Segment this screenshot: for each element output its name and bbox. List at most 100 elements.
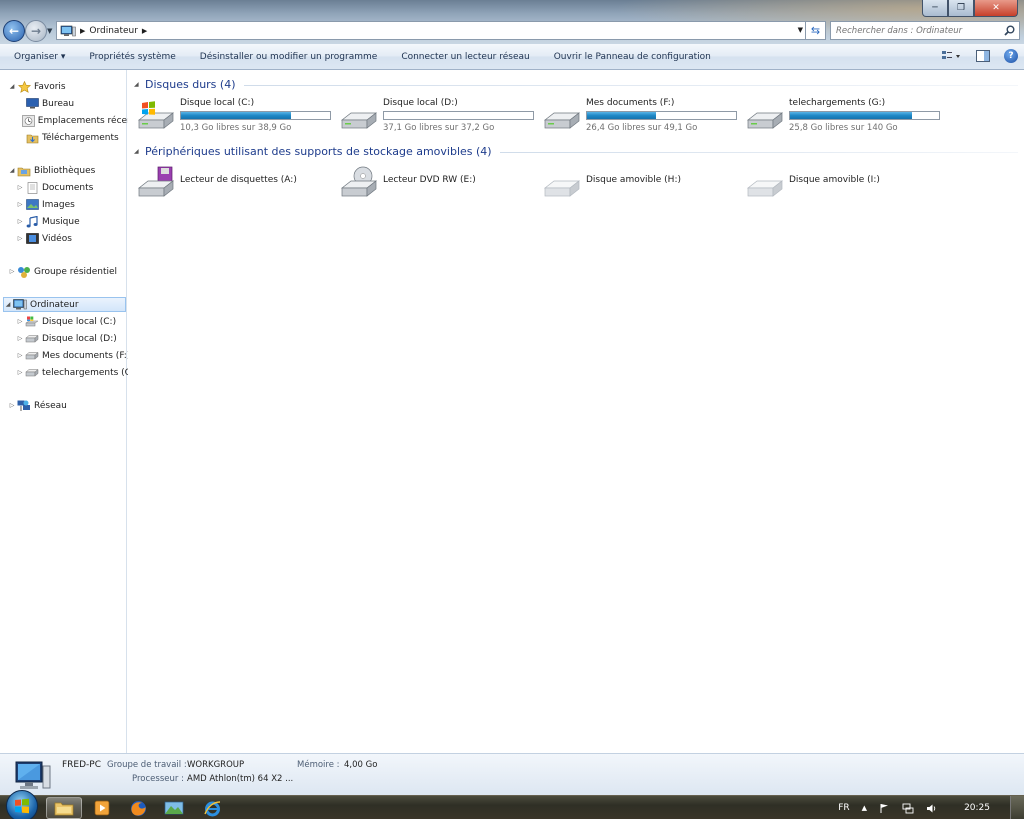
expand-arrow-icon[interactable]: ▷ (16, 184, 24, 191)
back-button[interactable]: ← (3, 20, 25, 42)
clock[interactable]: 20:25 (964, 803, 990, 813)
breadcrumb-separator-icon[interactable]: ▶ (142, 27, 147, 35)
collapse-arrow-icon[interactable]: ◢ (134, 81, 144, 88)
nav-label: Favoris (34, 81, 66, 92)
nav-bureau[interactable]: Bureau (16, 96, 141, 111)
removable-device-tile[interactable]: Disque amovible (I:) (745, 166, 945, 206)
start-button[interactable] (6, 790, 38, 819)
workgroup-label: Groupe de travail : (107, 760, 187, 770)
expand-arrow-icon[interactable]: ▷ (16, 352, 24, 359)
show-hidden-icons-button[interactable]: ▲ (862, 804, 867, 812)
removable-device-tile[interactable]: Lecteur de disquettes (A:) (136, 166, 336, 206)
nav-videos[interactable]: ▷ Vidéos (16, 231, 141, 246)
nav-documents[interactable]: ▷ Documents (16, 180, 141, 195)
nav-images[interactable]: ▷ Images (16, 197, 141, 212)
removable-disk-icon (745, 166, 785, 202)
search-box (830, 21, 1020, 40)
recent-pages-button[interactable]: ▼ (47, 27, 52, 35)
nav-libraries[interactable]: ◢ Bibliothèques (8, 163, 133, 178)
windows-drive-icon (25, 316, 39, 328)
collapse-arrow-icon[interactable]: ◢ (8, 83, 16, 90)
drive-name: Disque local (D:) (383, 98, 458, 108)
removable-device-tile[interactable]: DVD Lecteur DVD RW (E:) (339, 166, 539, 206)
floppy-drive-icon (136, 166, 176, 202)
collapse-arrow-icon[interactable]: ◢ (134, 148, 144, 155)
chevron-up-icon: ▲ (861, 804, 868, 812)
nav-recent-places[interactable]: Emplacements récents (16, 113, 141, 128)
expand-arrow-icon[interactable]: ▷ (16, 235, 24, 242)
nav-favorites[interactable]: ◢ Favoris (8, 79, 133, 94)
nav-label: Disque local (D:) (42, 333, 117, 344)
language-indicator[interactable]: FR (838, 803, 849, 813)
nav-network[interactable]: ▷ Réseau (8, 398, 133, 413)
nav-computer[interactable]: ◢ Ordinateur (3, 297, 126, 312)
expand-arrow-icon[interactable]: ▷ (8, 402, 16, 409)
drive-tile[interactable]: Disque local (D:) 37,1 Go libres sur 37,2… (339, 98, 539, 138)
nav-drive-d[interactable]: ▷ Disque local (D:) (16, 331, 141, 346)
system-tray: FR ▲ 20:25 (832, 796, 1024, 819)
change-view-button[interactable] (940, 48, 962, 64)
group-hard-disks[interactable]: ◢ Disques durs (4) (134, 78, 1018, 91)
hard-drive-icon (745, 100, 785, 134)
expand-arrow-icon[interactable]: ▷ (16, 369, 24, 376)
search-icon[interactable] (1004, 25, 1015, 36)
expand-arrow-icon[interactable]: ▷ (16, 218, 24, 225)
taskbar-internet-explorer[interactable] (194, 797, 230, 819)
expand-arrow-icon[interactable]: ▷ (8, 268, 16, 275)
uninstall-program-button[interactable]: Désinstaller ou modifier un programme (188, 52, 390, 62)
volume-icon[interactable] (926, 803, 938, 814)
action-center-icon[interactable] (879, 803, 890, 814)
computer-icon (15, 761, 51, 789)
device-name: Lecteur de disquettes (A:) (180, 175, 297, 185)
view-options-icon (942, 51, 960, 59)
dvd-drive-icon: DVD (339, 166, 379, 202)
breadcrumb-separator-icon[interactable]: ▶ (80, 27, 85, 35)
removable-device-tile[interactable]: Disque amovible (H:) (542, 166, 742, 206)
drive-tile[interactable]: Disque local (C:) 10,3 Go libres sur 38,9… (136, 98, 336, 138)
windows-drive-icon (136, 100, 176, 134)
nav-homegroup[interactable]: ▷ Groupe résidentiel (8, 264, 133, 279)
expand-arrow-icon[interactable]: ▷ (16, 318, 24, 325)
open-control-panel-button[interactable]: Ouvrir le Panneau de configuration (542, 52, 723, 62)
group-removable[interactable]: ◢ Périphériques utilisant des supports d… (134, 145, 1018, 158)
nav-label: Vidéos (42, 233, 72, 244)
breadcrumb-item-computer[interactable]: Ordinateur (89, 26, 138, 36)
system-properties-button[interactable]: Propriétés système (77, 52, 187, 62)
desktop-icon (25, 98, 39, 110)
network-tray-icon[interactable] (902, 803, 914, 814)
minimize-button[interactable]: ─ (922, 0, 948, 17)
organize-button[interactable]: Organiser ▾ (0, 52, 77, 62)
breadcrumb: ▶ Ordinateur ▶ (80, 26, 147, 36)
show-desktop-button[interactable] (1010, 796, 1024, 819)
help-button[interactable]: ? (1004, 49, 1018, 63)
refresh-button[interactable]: ⇆ (806, 21, 826, 40)
address-bar[interactable]: ▶ Ordinateur ▶ ▼ (56, 21, 806, 40)
nav-downloads[interactable]: Téléchargements (16, 130, 141, 145)
drive-tile[interactable]: telechargements (G:) 25,8 Go libres sur 1… (745, 98, 945, 138)
map-network-drive-button[interactable]: Connecter un lecteur réseau (389, 52, 541, 62)
device-name: Disque amovible (I:) (789, 175, 880, 185)
libraries-icon (17, 165, 31, 177)
preview-pane-button[interactable] (972, 48, 994, 64)
nav-drive-c[interactable]: ▷ Disque local (C:) (16, 314, 141, 329)
taskbar-explorer[interactable] (46, 797, 82, 819)
drive-tile[interactable]: Mes documents (F:) 26,4 Go libres sur 49,… (542, 98, 742, 138)
taskbar-app[interactable] (156, 797, 192, 819)
nav-label: Documents (42, 182, 94, 193)
maximize-button[interactable]: ❐ (948, 0, 974, 17)
collapse-arrow-icon[interactable]: ◢ (4, 301, 12, 308)
group-title: Disques durs (4) (145, 78, 236, 91)
address-dropdown-icon[interactable]: ▼ (798, 26, 803, 34)
expand-arrow-icon[interactable]: ▷ (16, 201, 24, 208)
expand-arrow-icon[interactable]: ▷ (16, 335, 24, 342)
collapse-arrow-icon[interactable]: ◢ (8, 167, 16, 174)
taskbar-firefox[interactable] (120, 797, 156, 819)
forward-button[interactable]: → (25, 20, 47, 42)
nav-drive-f[interactable]: ▷ Mes documents (F:) (16, 348, 141, 363)
nav-music[interactable]: ▷ Musique (16, 214, 141, 229)
close-button[interactable]: ✕ (974, 0, 1018, 17)
arrow-left-icon: ← (8, 24, 20, 38)
taskbar-media-player[interactable] (84, 797, 120, 819)
search-input[interactable] (831, 25, 996, 36)
nav-drive-g[interactable]: ▷ telechargements (G:) (16, 365, 141, 380)
